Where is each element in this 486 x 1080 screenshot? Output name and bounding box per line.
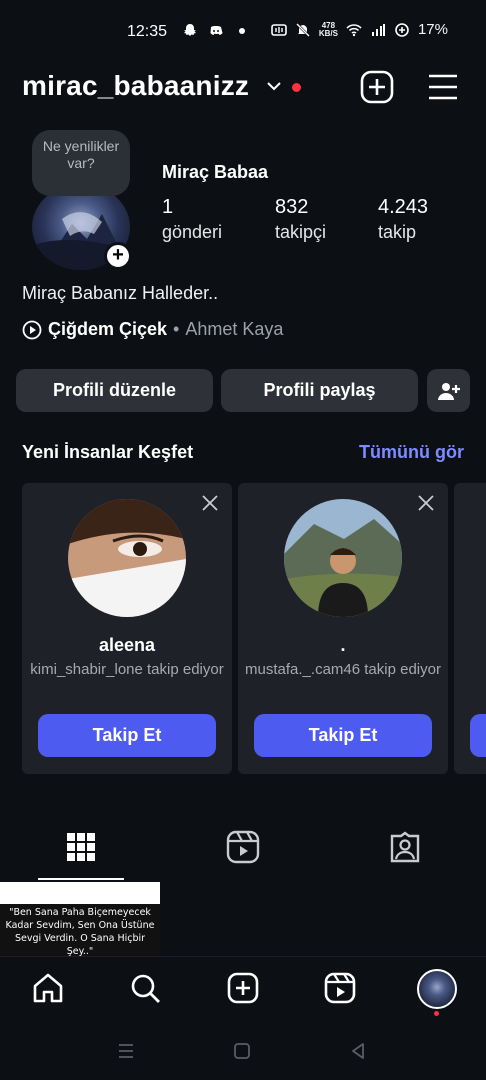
- profile-notification-dot: [434, 1011, 439, 1016]
- menu-icon[interactable]: [428, 70, 458, 104]
- network-speed: 478 KB/S: [318, 20, 338, 38]
- share-profile-button[interactable]: Profili paylaş: [221, 369, 418, 412]
- create-icon[interactable]: [360, 70, 394, 104]
- add-story-button[interactable]: +: [104, 242, 132, 270]
- stat-label: gönderi: [162, 222, 223, 242]
- person-photo: [68, 499, 186, 617]
- edit-profile-button[interactable]: Profili düzenle: [16, 369, 213, 412]
- suggestion-photo[interactable]: [284, 499, 402, 617]
- grid-icon[interactable]: [64, 830, 98, 864]
- signal-icon: [371, 23, 385, 36]
- suggestion-card[interactable]: aleena kimi_shabir_lone takip ediyor Tak…: [22, 483, 232, 774]
- tagged-icon[interactable]: [388, 830, 422, 864]
- music-separator: •: [173, 319, 180, 339]
- follow-button-partial[interactable]: [470, 714, 486, 757]
- close-icon[interactable]: [416, 493, 436, 513]
- stat-value: 832: [275, 196, 309, 218]
- play-circle-icon: [22, 320, 42, 339]
- battery-saver-icon: [395, 22, 409, 37]
- stat-label: takipçi: [275, 222, 327, 242]
- stat-posts[interactable]: 1 gönderi: [162, 196, 222, 243]
- search-icon[interactable]: [128, 971, 162, 1005]
- profile-nav-avatar[interactable]: [417, 969, 457, 1009]
- suggestion-photo[interactable]: [68, 499, 186, 617]
- reels-icon[interactable]: [226, 830, 260, 864]
- battery-percent: 17%: [417, 21, 448, 38]
- stat-label: takip: [378, 222, 417, 242]
- add-person-icon: [437, 383, 460, 400]
- person-photo: [284, 499, 402, 617]
- recents-icon[interactable]: [117, 1042, 135, 1060]
- profile-music[interactable]: Çiğdem Çiçek • Ahmet Kaya: [22, 319, 283, 340]
- see-all-link[interactable]: Tümünü gör: [359, 442, 464, 463]
- create-post-icon[interactable]: [226, 971, 260, 1005]
- profile-tabs: [0, 826, 486, 880]
- bottom-nav: [0, 956, 486, 1022]
- chevron-down-icon[interactable]: [266, 80, 282, 92]
- discover-people-button[interactable]: [427, 369, 470, 412]
- note-bubble[interactable]: Ne yenilikler var?: [32, 130, 130, 196]
- status-bar: 12:35 478 KB/S 17%: [0, 0, 486, 64]
- follow-button[interactable]: Takip Et: [38, 714, 216, 757]
- artist-name: Ahmet Kaya: [185, 319, 284, 339]
- suggestion-name: aleena: [98, 635, 156, 655]
- post-caption: "Ben Sana Paha Biçemeyecek Kadar Sevdim,…: [0, 904, 160, 956]
- nfc-icon: [271, 23, 287, 36]
- follow-button[interactable]: Takip Et: [254, 714, 432, 757]
- profile-header: mirac_babaanizz: [22, 70, 464, 106]
- close-icon[interactable]: [200, 493, 220, 513]
- discover-title: Yeni İnsanlar Keşfet: [22, 442, 194, 462]
- status-time: 12:35: [127, 23, 168, 40]
- wifi-icon: [346, 23, 362, 36]
- stat-following[interactable]: 4.243 takip: [378, 196, 428, 243]
- suggestion-card-partial[interactable]: [454, 483, 486, 774]
- stat-followers[interactable]: 832 takipçi: [275, 196, 326, 243]
- notification-dot: [292, 83, 301, 92]
- reels-nav-icon[interactable]: [323, 971, 357, 1005]
- system-nav-bar: [0, 1022, 486, 1080]
- mute-icon: [295, 22, 310, 37]
- suggestion-subtitle: kimi_shabir_lone takip ediyor: [30, 661, 224, 678]
- home-button-icon[interactable]: [233, 1042, 251, 1060]
- suggestion-card[interactable]: . mustafa._.cam46 takip ediyor Takip Et: [238, 483, 448, 774]
- bio-text: Miraç Babanız Halleder..: [22, 283, 219, 303]
- dot-icon: [239, 28, 245, 34]
- username[interactable]: mirac_babaanizz: [22, 70, 249, 102]
- back-icon[interactable]: [349, 1042, 367, 1060]
- active-tab-indicator: [38, 878, 124, 880]
- discord-icon: [210, 26, 223, 35]
- stat-value: 4.243: [378, 196, 429, 218]
- profile-avatar-wrap[interactable]: +: [32, 184, 132, 270]
- full-name: Miraç Babaa: [162, 162, 269, 182]
- home-icon[interactable]: [31, 971, 65, 1005]
- suggestion-subtitle: mustafa._.cam46 takip ediyor: [245, 661, 441, 678]
- song-title: Çiğdem Çiçek: [48, 319, 168, 339]
- post-thumbnail[interactable]: "Ben Sana Paha Biçemeyecek Kadar Sevdim,…: [0, 882, 160, 956]
- snapchat-icon: [184, 24, 196, 36]
- stat-value: 1: [162, 196, 174, 218]
- suggestion-name: .: [340, 635, 346, 655]
